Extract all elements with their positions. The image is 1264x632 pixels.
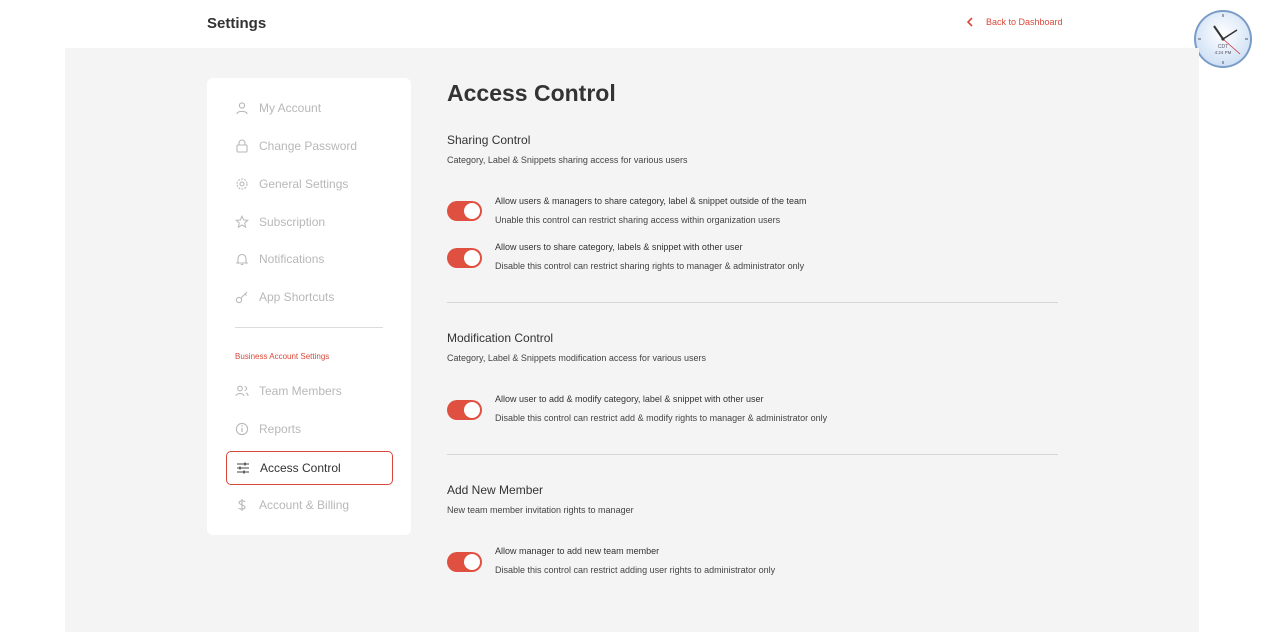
section-divider	[447, 302, 1058, 303]
sidebar-divider	[235, 327, 383, 328]
setting-description: Unable this control can restrict sharing…	[495, 215, 781, 225]
bell-icon	[235, 253, 249, 266]
sidebar-item-label: Access Control	[260, 461, 341, 475]
section-divider	[447, 454, 1058, 455]
sidebar-item-label: Reports	[259, 422, 302, 436]
sidebar-item-account-billing[interactable]: Account & Billing	[226, 488, 393, 522]
clock-time: 4:24 PM	[1215, 50, 1232, 55]
share-outside-team-toggle[interactable]	[447, 201, 482, 221]
modification-control-subtitle: Category, Label & Snippets modification …	[447, 353, 706, 363]
setting-row: Allow users to share category, labels & …	[447, 242, 1058, 282]
setting-row: Allow user to add & modify category, lab…	[447, 394, 1058, 434]
setting-label: Allow users to share category, labels & …	[495, 242, 743, 252]
sidebar-section-label: Business Account Settings	[235, 352, 330, 361]
setting-label: Allow users & managers to share category…	[495, 196, 807, 206]
sidebar-item-label: Change Password	[259, 139, 358, 153]
setting-row: Allow users & managers to share category…	[447, 196, 1058, 236]
user-icon	[236, 102, 248, 115]
toggle-knob	[464, 402, 480, 418]
clock-widget[interactable]: CDT 4:24 PM	[1192, 8, 1254, 70]
settings-sidebar: My Account Change Password General Setti…	[207, 78, 411, 535]
sidebar-item-subscription[interactable]: Subscription	[226, 205, 393, 239]
info-icon	[235, 422, 249, 436]
back-to-dashboard-link[interactable]: Back to Dashboard	[966, 17, 1063, 27]
gear-icon	[236, 178, 248, 190]
page-title: Settings	[207, 15, 267, 32]
sidebar-item-label: App Shortcuts	[259, 290, 335, 304]
clock-icon: CDT 4:24 PM	[1194, 10, 1252, 68]
add-new-member-title: Add New Member	[447, 483, 544, 497]
sidebar-item-my-account[interactable]: My Account	[226, 91, 393, 125]
setting-row: Allow manager to add new team member Dis…	[447, 546, 1058, 586]
dollar-icon	[238, 499, 246, 511]
back-link-label: Back to Dashboard	[986, 17, 1063, 27]
sidebar-item-reports[interactable]: Reports	[226, 412, 393, 446]
sidebar-item-label: Account & Billing	[259, 498, 350, 512]
sidebar-item-change-password[interactable]: Change Password	[226, 129, 393, 163]
setting-description: Disable this control can restrict adding…	[495, 565, 776, 575]
sidebar-item-access-control[interactable]: Access Control	[226, 451, 393, 485]
toggle-knob	[464, 554, 480, 570]
setting-description: Disable this control can restrict sharin…	[495, 261, 805, 271]
top-bar: Settings Back to Dashboard	[0, 0, 1264, 48]
sidebar-item-label: Notifications	[259, 252, 325, 266]
sidebar-item-label: Subscription	[259, 215, 326, 229]
sidebar-item-general-settings[interactable]: General Settings	[226, 167, 393, 201]
toggle-knob	[464, 250, 480, 266]
modification-control-title: Modification Control	[447, 331, 554, 345]
setting-label: Allow manager to add new team member	[495, 546, 660, 556]
add-member-toggle[interactable]	[447, 552, 482, 572]
sidebar-item-notifications[interactable]: Notifications	[226, 242, 393, 276]
lock-icon	[236, 139, 248, 153]
section-page-title: Access Control	[447, 80, 616, 106]
sidebar-item-label: My Account	[259, 101, 322, 115]
share-with-user-toggle[interactable]	[447, 248, 482, 268]
sidebar-item-label: General Settings	[259, 177, 349, 191]
sliders-icon	[237, 462, 249, 474]
setting-description: Disable this control can restrict add & …	[495, 413, 828, 423]
setting-label: Allow user to add & modify category, lab…	[495, 394, 764, 404]
modify-toggle[interactable]	[447, 400, 482, 420]
add-new-member-subtitle: New team member invitation rights to man…	[447, 505, 634, 515]
users-icon	[235, 385, 249, 397]
toggle-knob	[464, 203, 480, 219]
sharing-control-title: Sharing Control	[447, 133, 531, 147]
chevron-left-icon	[966, 17, 973, 27]
sidebar-item-app-shortcuts[interactable]: App Shortcuts	[226, 280, 393, 314]
star-icon	[235, 215, 249, 229]
sidebar-item-label: Team Members	[259, 384, 342, 398]
key-icon	[235, 291, 248, 304]
sharing-control-subtitle: Category, Label & Snippets sharing acces…	[447, 155, 688, 165]
sidebar-item-team-members[interactable]: Team Members	[226, 374, 393, 408]
